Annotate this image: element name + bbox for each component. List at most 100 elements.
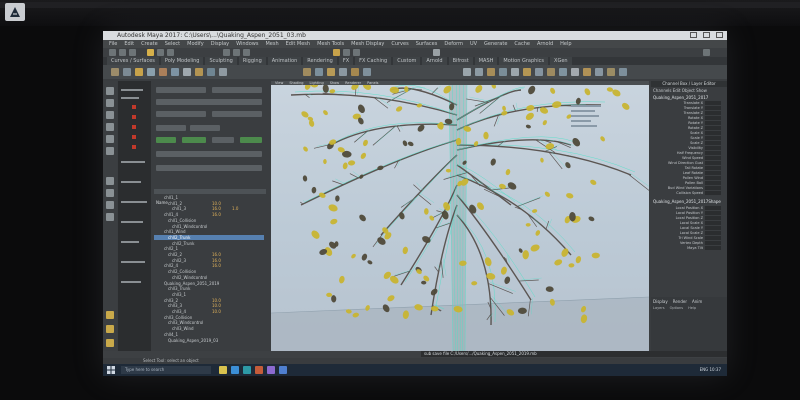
channel-attr-label[interactable]: Scale X: [653, 131, 703, 135]
app-icon[interactable]: [279, 366, 287, 374]
channel-shape-attr-label[interactable]: Vertex Depth: [653, 241, 703, 245]
command-line[interactable]: sub save file C:/Users/.../Quaking_Aspen…: [421, 351, 727, 357]
channel-attr-label[interactable]: Collision Speed: [653, 191, 703, 195]
shelf-tab-custom[interactable]: Custom: [393, 57, 421, 65]
shelf-tool-icon[interactable]: [523, 68, 531, 76]
shelf-tool-icon[interactable]: [303, 68, 311, 76]
layout-icon[interactable]: [106, 201, 114, 209]
shelf-tool-icon[interactable]: [499, 68, 507, 76]
channel-attr-field[interactable]: [705, 136, 721, 140]
browser-icon[interactable]: [231, 366, 239, 374]
shelf-tool-icon[interactable]: [171, 68, 179, 76]
channel-attr-field[interactable]: [705, 176, 721, 180]
node-tree-row[interactable]: chll1_Collision: [154, 218, 264, 223]
attr-button[interactable]: [190, 125, 220, 131]
menu-mesh-display[interactable]: Mesh Display: [351, 40, 384, 48]
menu-arnold[interactable]: Arnold: [537, 40, 553, 48]
layer-tab-anim[interactable]: Anim: [692, 299, 702, 304]
select-by-hierarchy-icon[interactable]: [147, 49, 154, 56]
snap-grid-icon[interactable]: [223, 49, 230, 56]
channel-attr-field[interactable]: [705, 146, 721, 150]
shelf-tool-icon[interactable]: [595, 68, 603, 76]
node-tree-row[interactable]: chll3_Trunk: [154, 286, 264, 291]
shelf-tool-icon[interactable]: [583, 68, 591, 76]
channel-attr-label[interactable]: Rotate Z: [653, 126, 703, 130]
layer-menu-help[interactable]: Help: [688, 306, 696, 310]
channel-shape-attr-label[interactable]: Local Position Z: [653, 216, 703, 220]
channel-attr-field[interactable]: [705, 246, 721, 250]
menu-edit[interactable]: Edit: [124, 40, 134, 48]
node-tree-row[interactable]: chll1_Wind: [154, 229, 264, 234]
shelf-tool-icon[interactable]: [571, 68, 579, 76]
snap-curve-icon[interactable]: [233, 49, 240, 56]
node-tree-row[interactable]: chll1_1: [154, 195, 264, 200]
channel-shape-attr-label[interactable]: Local Position X: [653, 206, 703, 210]
menu-generate[interactable]: Generate: [484, 40, 507, 48]
shelf-tool-icon[interactable]: [607, 68, 615, 76]
shelf-tool-icon[interactable]: [511, 68, 519, 76]
layer-tab-display[interactable]: Display: [653, 299, 668, 304]
app-icon[interactable]: [267, 366, 275, 374]
channel-attr-field[interactable]: [705, 191, 721, 195]
node-tree-row[interactable]: chll2_Trunk: [154, 234, 264, 240]
channel-attr-field[interactable]: [705, 151, 721, 155]
node-tree-row[interactable]: chll2_2 16.0: [154, 252, 264, 257]
shelf-tab-motion-graphics[interactable]: Motion Graphics: [499, 57, 549, 65]
shelf-tool-icon[interactable]: [315, 68, 323, 76]
shelf-tool-icon[interactable]: [123, 68, 131, 76]
channel-shape-attr-label[interactable]: Tri Wind Scale: [653, 236, 703, 240]
node-tree-row[interactable]: chll1_Windcontrol: [154, 224, 264, 229]
attr-toggle[interactable]: [240, 137, 262, 143]
shelf-tool-icon[interactable]: [463, 68, 471, 76]
node-tree-row[interactable]: chll3_Windcontrol: [154, 320, 264, 325]
attr-toggle[interactable]: [182, 137, 206, 143]
shelf-tab-animation[interactable]: Animation: [267, 57, 302, 65]
channel-attr-label[interactable]: Translate Z: [653, 111, 703, 115]
shelf-tool-icon[interactable]: [475, 68, 483, 76]
menu-file[interactable]: File: [109, 40, 117, 48]
new-scene-icon[interactable]: [109, 49, 116, 56]
taskbar-search[interactable]: Type here to search: [121, 366, 211, 374]
channel-attr-label[interactable]: Visibility: [653, 146, 703, 150]
channel-attr-label[interactable]: Wind Direction Gust: [653, 161, 703, 165]
paint-select-icon[interactable]: [106, 111, 114, 119]
shelf-tool-icon[interactable]: [559, 68, 567, 76]
channel-attr-field[interactable]: [705, 166, 721, 170]
node-tree-row[interactable]: chll2_Trunk: [154, 241, 264, 246]
layer-menu-layers[interactable]: Layers: [653, 306, 665, 310]
attr-toggle[interactable]: [156, 137, 176, 143]
node-tree-row[interactable]: Quaking_Aspen_2051_2019: [154, 281, 264, 286]
menu-edit-mesh[interactable]: Edit Mesh: [286, 40, 310, 48]
shelf-tool-icon[interactable]: [159, 68, 167, 76]
channel-attr-field[interactable]: [705, 126, 721, 130]
channel-attr-label[interactable]: Rotate Y: [653, 121, 703, 125]
open-scene-icon[interactable]: [119, 49, 126, 56]
channel-attr-field[interactable]: [705, 141, 721, 145]
channel-attr-field[interactable]: [705, 216, 721, 220]
shelf-tab-bifrost[interactable]: Bifrost: [448, 57, 473, 65]
attr-button[interactable]: [156, 111, 206, 117]
channel-shape-attr-label[interactable]: Local Scale X: [653, 221, 703, 225]
channel-attr-field[interactable]: [705, 226, 721, 230]
shelf-tab-rendering[interactable]: Rendering: [303, 57, 337, 65]
node-tree-row[interactable]: chll2_3 16.0: [154, 258, 264, 263]
workspace-icon[interactable]: [433, 49, 440, 56]
windows-start-icon[interactable]: [107, 366, 115, 374]
node-tree-row[interactable]: chll1_4 16.0: [154, 212, 264, 217]
menu-modify[interactable]: Modify: [187, 40, 204, 48]
menu-surfaces[interactable]: Surfaces: [416, 40, 438, 48]
node-tree-row[interactable]: chll1_3 16.0 1.0: [154, 206, 264, 211]
shelf-tool-icon[interactable]: [327, 68, 335, 76]
file-explorer-icon[interactable]: [219, 366, 227, 374]
node-tree-row[interactable]: chll4_1: [154, 332, 264, 337]
node-tree-row[interactable]: chll1_2 10.0: [154, 201, 264, 206]
shelf-tool-icon[interactable]: [111, 68, 119, 76]
attr-field[interactable]: [156, 165, 262, 171]
channel-attr-field[interactable]: [705, 106, 721, 110]
attr-button[interactable]: [156, 87, 206, 93]
channel-attr-field[interactable]: [705, 101, 721, 105]
lasso-tool-icon[interactable]: [106, 99, 114, 107]
channel-attr-label[interactable]: Scale Z: [653, 141, 703, 145]
menu-mesh[interactable]: Mesh: [265, 40, 278, 48]
shelf-tool-icon[interactable]: [619, 68, 627, 76]
